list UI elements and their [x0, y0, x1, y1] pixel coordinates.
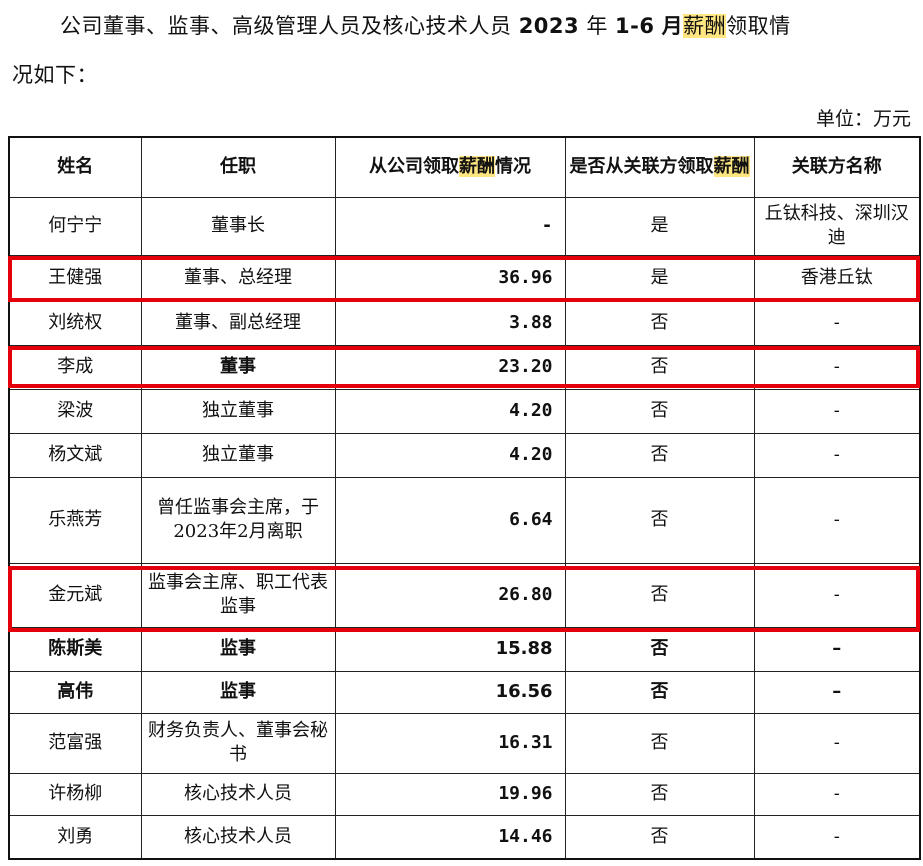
- cell-related: 是: [564, 196, 755, 256]
- cell-name: 金元斌: [8, 562, 142, 628]
- cell-salary: 14.46: [334, 814, 566, 860]
- cell-name: 刘勇: [8, 814, 142, 860]
- table-row: 王健强 董事、总经理 36.96 是 香港丘钛: [8, 254, 921, 302]
- cell-related-name: -: [753, 344, 921, 390]
- cell-name: 梁波: [8, 388, 142, 434]
- table-row: 刘统权 董事、副总经理 3.88 否 -: [8, 300, 921, 346]
- intro-months: 1-6: [615, 14, 655, 38]
- cell-related: 否: [564, 432, 755, 478]
- table-row: 李成 董事 23.20 否 -: [8, 344, 921, 390]
- table-row: 许杨柳 核心技术人员 19.96 否 -: [8, 772, 921, 816]
- cell-related-name: -: [753, 814, 921, 860]
- cell-name: 刘统权: [8, 300, 142, 346]
- cell-name: 杨文斌: [8, 432, 142, 478]
- intro-prefix: 公司董事、监事、高级管理人员及核心技术人员: [60, 14, 512, 38]
- cell-related-name: -: [753, 772, 921, 816]
- cell-salary: 4.20: [334, 432, 566, 478]
- table-row: 范富强 财务负责人、董事会秘书 16.31 否 -: [8, 712, 921, 774]
- cell-salary: 36.96: [334, 254, 566, 302]
- cell-related-name: –: [753, 626, 921, 672]
- cell-name: 许杨柳: [8, 772, 142, 816]
- table-row: 梁波 独立董事 4.20 否 -: [8, 388, 921, 434]
- table-row: 陈斯美 监事 15.88 否 –: [8, 626, 921, 672]
- cell-position: 独立董事: [140, 432, 336, 478]
- intro-month-suffix: 月: [661, 14, 684, 38]
- cell-salary: 26.80: [334, 562, 566, 628]
- cell-related-name: 香港丘钛: [753, 254, 921, 302]
- cell-position: 董事、副总经理: [140, 300, 336, 346]
- cell-name: 乐燕芳: [8, 476, 142, 564]
- intro-highlight: 薪酬: [683, 14, 727, 38]
- cell-related: 否: [564, 772, 755, 816]
- cell-related: 否: [564, 476, 755, 564]
- cell-related: 否: [564, 388, 755, 434]
- cell-position: 核心技术人员: [140, 814, 336, 860]
- cell-position: 董事: [140, 344, 336, 390]
- cell-salary: 3.88: [334, 300, 566, 346]
- cell-related-name: 丘钛科技、深圳汉迪: [753, 196, 921, 256]
- intro-line1-end: 领取情: [726, 14, 791, 38]
- cell-salary: 23.20: [334, 344, 566, 390]
- cell-related: 否: [564, 712, 755, 774]
- salary-table: 姓名 任职 从公司领取薪酬情况 是否从关联方领取薪酬 关联方名称 何宁宁 董事长…: [8, 136, 921, 860]
- cell-related-name: -: [753, 432, 921, 478]
- cell-position: 独立董事: [140, 388, 336, 434]
- cell-name: 陈斯美: [8, 626, 142, 672]
- intro-line2: 况如下：: [12, 63, 98, 87]
- cell-related: 否: [564, 626, 755, 672]
- cell-salary: 16.31: [334, 712, 566, 774]
- cell-name: 高伟: [8, 670, 142, 714]
- cell-related: 否: [564, 562, 755, 628]
- header-related: 是否从关联方领取薪酬: [564, 136, 755, 198]
- header-name: 姓名: [8, 136, 142, 198]
- table-row: 刘勇 核心技术人员 14.46 否 -: [8, 814, 921, 860]
- header-position: 任职: [140, 136, 336, 198]
- header-related-name: 关联方名称: [753, 136, 921, 198]
- cell-salary: 15.88: [334, 626, 566, 672]
- cell-related: 否: [564, 344, 755, 390]
- cell-position: 董事长: [140, 196, 336, 256]
- cell-salary: 4.20: [334, 388, 566, 434]
- cell-position: 董事、总经理: [140, 254, 336, 302]
- cell-related: 否: [564, 670, 755, 714]
- cell-position: 监事会主席、职工代表监事: [140, 562, 336, 628]
- cell-position: 监事: [140, 670, 336, 714]
- cell-position: 曾任监事会主席，于2023年2月离职: [140, 476, 336, 564]
- cell-related-name: -: [753, 388, 921, 434]
- cell-position: 监事: [140, 626, 336, 672]
- intro-paragraph: 公司董事、监事、高级管理人员及核心技术人员 2023 年 1-6 月薪酬领取情 …: [12, 2, 917, 100]
- cell-name: 何宁宁: [8, 196, 142, 256]
- cell-salary: 19.96: [334, 772, 566, 816]
- cell-salary: 16.56: [334, 670, 566, 714]
- intro-year: 2023: [518, 14, 580, 38]
- cell-related-name: -: [753, 476, 921, 564]
- cell-name: 范富强: [8, 712, 142, 774]
- cell-related-name: -: [753, 712, 921, 774]
- table-row: 高伟 监事 16.56 否 –: [8, 670, 921, 714]
- cell-related-name: –: [753, 670, 921, 714]
- table-row: 何宁宁 董事长 - 是 丘钛科技、深圳汉迪: [8, 196, 921, 256]
- header-row: 姓名 任职 从公司领取薪酬情况 是否从关联方领取薪酬 关联方名称: [8, 136, 921, 198]
- cell-salary: 6.64: [334, 476, 566, 564]
- table-row: 乐燕芳 曾任监事会主席，于2023年2月离职 6.64 否 -: [8, 476, 921, 564]
- cell-related: 是: [564, 254, 755, 302]
- table-row: 杨文斌 独立董事 4.20 否 -: [8, 432, 921, 478]
- cell-position: 核心技术人员: [140, 772, 336, 816]
- table-row: 金元斌 监事会主席、职工代表监事 26.80 否 -: [8, 562, 921, 628]
- cell-name: 王健强: [8, 254, 142, 302]
- header-salary: 从公司领取薪酬情况: [334, 136, 566, 198]
- cell-related: 否: [564, 814, 755, 860]
- cell-name: 李成: [8, 344, 142, 390]
- cell-salary: -: [334, 196, 566, 256]
- cell-related-name: -: [753, 300, 921, 346]
- unit-label: 单位：万元: [815, 108, 911, 130]
- intro-year-suffix: 年: [586, 14, 608, 38]
- cell-position: 财务负责人、董事会秘书: [140, 712, 336, 774]
- cell-related-name: -: [753, 562, 921, 628]
- cell-related: 否: [564, 300, 755, 346]
